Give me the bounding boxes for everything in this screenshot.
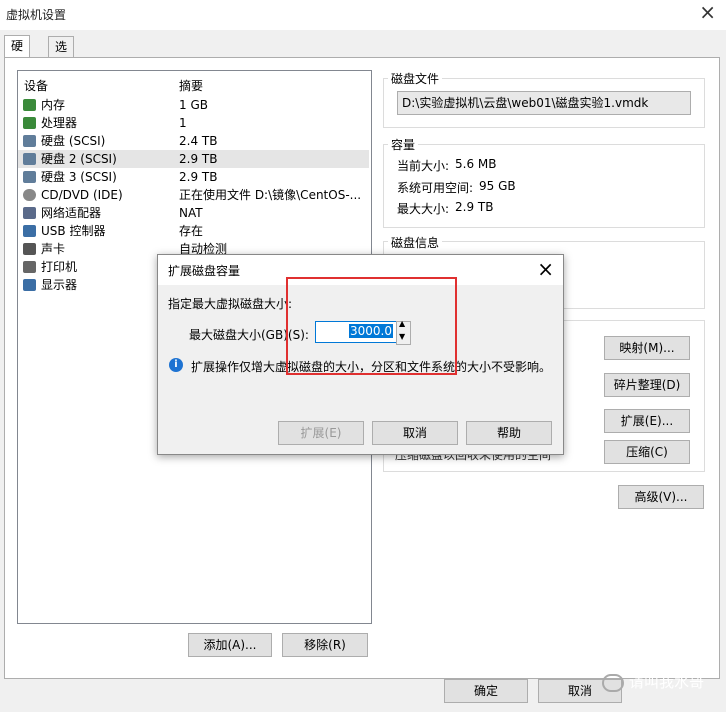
device-row[interactable]: 硬盘 2 (SCSI) 2.9 TB — [18, 150, 369, 168]
device-list-header: 设备 摘要 — [18, 77, 371, 93]
watermark: 请叫我水哥 — [601, 671, 704, 692]
sound-icon — [23, 243, 36, 255]
max-size-label: 最大大小: — [397, 202, 450, 216]
watermark-text: 请叫我水哥 — [628, 673, 704, 691]
title-bar: 虚拟机设置 × — [0, 0, 726, 30]
tab-options[interactable]: 选项 — [48, 36, 75, 74]
advanced-button[interactable]: 高级(V)... — [618, 485, 704, 509]
display-icon — [23, 279, 36, 291]
tab-hardware[interactable]: 硬件 — [4, 35, 31, 73]
wechat-icon — [601, 673, 624, 692]
network-icon — [23, 207, 36, 219]
disk-info-label: 磁盘信息 — [388, 234, 443, 251]
dialog-close-icon[interactable]: × — [537, 257, 554, 281]
device-name: 打印机 — [41, 260, 78, 274]
device-summary: 1 — [179, 116, 187, 130]
remove-device-button[interactable]: 移除(R) — [282, 633, 368, 657]
device-name: 硬盘 3 (SCSI) — [41, 170, 117, 184]
available-space-label: 系统可用空间: — [397, 181, 474, 195]
info-icon: i — [169, 358, 183, 372]
ok-button[interactable]: 确定 — [444, 679, 528, 703]
device-name: 显示器 — [41, 278, 78, 292]
disk-icon — [23, 171, 36, 183]
window-title: 虚拟机设置 — [6, 8, 67, 22]
device-summary: 1 GB — [179, 98, 208, 112]
device-name: 硬盘 2 (SCSI) — [41, 152, 117, 166]
device-row[interactable]: CD/DVD (IDE) 正在使用文件 D:\镜像\CentOS-... — [18, 186, 369, 204]
dialog-expand-button[interactable]: 扩展(E) — [278, 421, 364, 445]
add-device-button[interactable]: 添加(A)... — [188, 633, 272, 657]
device-row[interactable]: 处理器 1 — [18, 114, 369, 132]
printer-icon — [23, 261, 36, 273]
device-summary: 正在使用文件 D:\镜像\CentOS-... — [179, 188, 362, 202]
dialog-cancel-button[interactable]: 取消 — [372, 421, 458, 445]
device-name: 网络适配器 — [41, 206, 102, 220]
dialog-prompt: 指定最大虚拟磁盘大小: — [168, 297, 293, 311]
device-row[interactable]: 硬盘 3 (SCSI) 2.9 TB — [18, 168, 369, 186]
device-row[interactable]: 硬盘 (SCSI) 2.4 TB — [18, 132, 369, 150]
cdrom-icon — [23, 189, 36, 201]
device-row[interactable]: 内存 1 GB — [18, 96, 369, 114]
compact-button[interactable]: 压缩(C) — [604, 440, 690, 464]
dialog-help-button[interactable]: 帮助 — [466, 421, 552, 445]
device-summary: 2.9 TB — [179, 170, 218, 184]
device-name: 内存 — [41, 98, 66, 112]
device-name: 硬盘 (SCSI) — [41, 134, 106, 148]
capacity-label: 容量 — [388, 136, 419, 153]
device-summary: 存在 — [179, 224, 204, 238]
device-row[interactable]: 网络适配器 NAT — [18, 204, 369, 222]
defragment-button[interactable]: 碎片整理(D) — [604, 373, 690, 397]
device-summary: NAT — [179, 206, 203, 220]
max-size-value: 2.9 TB — [455, 200, 494, 214]
expand-button[interactable]: 扩展(E)... — [604, 409, 690, 433]
device-summary: 2.9 TB — [179, 152, 218, 166]
current-size-value: 5.6 MB — [455, 157, 497, 171]
map-button[interactable]: 映射(M)... — [604, 336, 690, 360]
device-name: 声卡 — [41, 242, 66, 256]
device-summary: 2.4 TB — [179, 134, 218, 148]
disk-icon — [23, 153, 36, 165]
close-icon[interactable]: × — [699, 2, 716, 22]
current-size-label: 当前大小: — [397, 159, 450, 173]
disk-file-path: D:\实验虚拟机\云盘\web01\磁盘实验1.vmdk — [397, 91, 691, 115]
highlight-box — [286, 277, 457, 375]
processor-icon — [23, 117, 36, 129]
disk-icon — [23, 135, 36, 147]
available-space-value: 95 GB — [479, 179, 516, 193]
device-name: 处理器 — [41, 116, 78, 130]
summary-column-header: 摘要 — [179, 79, 204, 93]
device-row[interactable]: USB 控制器 存在 — [18, 222, 369, 240]
device-name: USB 控制器 — [41, 224, 106, 238]
dialog-title: 扩展磁盘容量 — [168, 264, 241, 278]
disk-file-label: 磁盘文件 — [388, 70, 443, 87]
memory-icon — [23, 99, 36, 111]
device-column-header: 设备 — [24, 79, 49, 93]
usb-icon — [23, 225, 36, 237]
device-name: CD/DVD (IDE) — [41, 188, 123, 202]
